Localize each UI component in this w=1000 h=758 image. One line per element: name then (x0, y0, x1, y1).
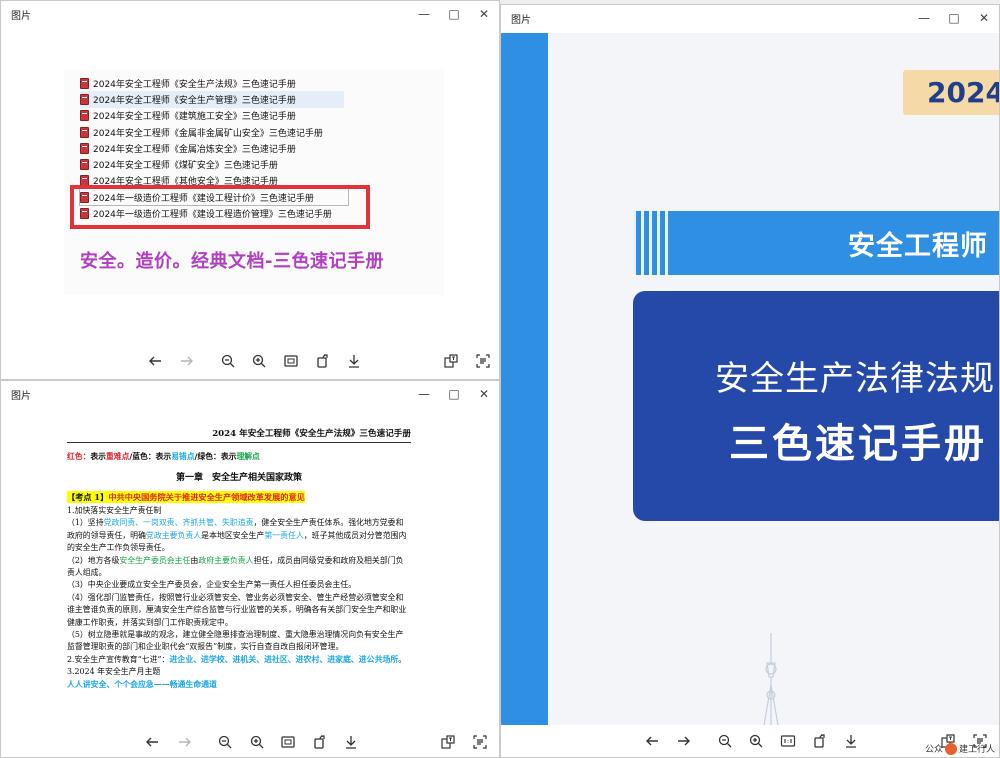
title-bar: 图片 — □ ✕ (1, 1, 499, 27)
pdf-file-icon (80, 110, 89, 122)
list-item: 2024年安全工程师《煤矿安全》三色速记手册 (80, 156, 348, 172)
zoom-in-icon[interactable] (248, 350, 270, 372)
paragraph: 人人讲安全、个个会应急——畅通生命通道 (67, 679, 217, 689)
maximize-icon[interactable]: □ (439, 381, 469, 407)
displayed-image: 2024年安全工程师《安全生产法规》三色速记手册 2024年安全工程师《安全生产… (64, 69, 444, 295)
close-icon[interactable]: ✕ (469, 1, 499, 27)
zoom-out-icon[interactable] (714, 730, 736, 752)
kaodian-heading: 【考点 1】中共中央国务院关于推进安全生产领域改革发展的意见 (67, 491, 305, 503)
paragraph: （1）坚持党政同责、一岗双责、齐抓共管、失职追责，健全安全生产责任体系。强化地方… (67, 518, 407, 553)
download-icon[interactable] (840, 730, 862, 752)
fit-window-icon[interactable] (277, 731, 299, 753)
zoom-in-icon[interactable] (745, 730, 767, 752)
watermark: 公众 建工行人 (925, 742, 995, 755)
previous-arrow-icon[interactable] (144, 350, 166, 372)
list-item: 2024年安全工程师《安全生产法规》三色速记手册 (80, 75, 348, 91)
image-caption: 安全。造价。经典文档-三色速记手册 (80, 251, 384, 272)
zoom-out-icon[interactable] (214, 731, 236, 753)
viewer-toolbar (1, 345, 499, 377)
close-icon[interactable]: ✕ (469, 381, 499, 407)
pdf-file-icon (80, 77, 89, 89)
next-arrow-icon[interactable] (174, 731, 196, 753)
ocr-text-icon[interactable] (440, 350, 462, 372)
doc-header: 2024 年安全工程师《安全生产法规》三色速记手册 (67, 427, 411, 443)
list-item: 2024年安全工程师《建筑施工安全》三色速记手册 (80, 108, 348, 124)
list-item: 2024年安全工程师《金属非金属矿山安全》三色速记手册 (80, 124, 348, 140)
list-item: 2024年安全工程师《金属冶炼安全》三色速记手册 (80, 140, 348, 156)
minimize-icon[interactable]: — (409, 381, 439, 407)
paragraph: （5）树立隐患就是事故的观念，建立健全隐患排查治理制度、重大隐患治理情况向负有安… (67, 630, 404, 652)
image-viewer-window-top-left: 图片 — □ ✕ 2024年安全工程师《安全生产法规》三色速记手册 2024年安… (0, 0, 500, 380)
image-viewer-window-right: 图片 — □ ✕ 2024 安全工程师 安全生产法律法规 三色速记手册 公众 建… (500, 4, 1000, 758)
ocr-text-icon[interactable] (437, 731, 459, 753)
paragraph: （4）强化部门监管责任，按照管行业必须管安全、管业务必须管安全、管生产经营必须管… (67, 592, 407, 627)
previous-arrow-icon[interactable] (141, 731, 163, 753)
displayed-image: 2024 安全工程师 安全生产法律法规 三色速记手册 (501, 33, 999, 725)
download-icon[interactable] (343, 350, 365, 372)
highlight-box (70, 185, 370, 229)
zoom-out-icon[interactable] (217, 350, 239, 372)
paragraph: 1.加快落实安全生产责任制 (67, 506, 162, 515)
maximize-icon[interactable]: □ (939, 5, 969, 31)
paragraph: 3.2024 年安全生产月主题 (67, 667, 161, 677)
year-badge: 2024 (903, 70, 999, 115)
chapter-title: 第一章 安全生产相关国家政策 (175, 473, 302, 483)
rotate-icon[interactable] (312, 350, 334, 372)
title-panel: 安全生产法律法规 三色速记手册 (633, 291, 999, 521)
viewer-toolbar (1, 726, 499, 757)
close-icon[interactable]: ✕ (969, 5, 999, 31)
pdf-file-icon (80, 126, 89, 138)
watermark-logo-icon (944, 742, 957, 755)
rotate-icon[interactable] (309, 731, 331, 753)
maximize-icon[interactable]: □ (439, 1, 469, 27)
next-arrow-icon[interactable] (673, 730, 695, 752)
minimize-icon[interactable]: — (409, 1, 439, 27)
zoom-in-icon[interactable] (246, 731, 268, 753)
rotate-icon[interactable] (809, 730, 831, 752)
title-bar: 图片 — □ ✕ (501, 5, 999, 31)
pdf-file-icon (80, 93, 89, 105)
pdf-file-icon (80, 142, 89, 154)
stripe-decoration (633, 211, 673, 275)
scan-text-icon[interactable] (469, 731, 491, 753)
minimize-icon[interactable]: — (909, 5, 939, 31)
next-arrow-icon[interactable] (176, 350, 198, 372)
list-item: 2024年安全工程师《安全生产管理》三色速记手册 (80, 91, 344, 108)
fit-window-icon[interactable] (280, 350, 302, 372)
download-icon[interactable] (340, 731, 362, 753)
pdf-file-icon (80, 159, 89, 171)
title-band: 安全工程师 (633, 211, 999, 275)
paragraph: 2.安全生产宣传教育“七进”：进企业、进学校、进机关、进社区、进农村、进家庭、进… (67, 654, 407, 664)
window-title: 图片 (11, 390, 31, 402)
document-page: 2024 年安全工程师《安全生产法规》三色速记手册 红色：表示重难点/蓝色：表示… (67, 427, 411, 691)
window-title: 图片 (11, 10, 31, 22)
paragraph: （3）中央企业要成立安全生产委员会，企业安全生产第一责任人担任委员会主任。 (67, 580, 357, 590)
color-legend: 红色：表示重难点/蓝色：表示易错点/绿色：表示理解点 (67, 452, 260, 461)
scan-text-icon[interactable] (472, 350, 494, 372)
actual-size-icon[interactable] (777, 730, 799, 752)
image-viewer-window-bottom-left: 图片 — □ ✕ 2024 年安全工程师《安全生产法规》三色速记手册 红色：表示… (0, 380, 500, 758)
paragraph: （2）地方各级安全生产委员会主任由政府主要负责人担任，成员由同级党委和政府及相关… (67, 555, 404, 578)
title-bar: 图片 — □ ✕ (1, 381, 499, 407)
window-title: 图片 (511, 14, 531, 26)
previous-arrow-icon[interactable] (641, 730, 663, 752)
tower-illustration (763, 633, 779, 725)
